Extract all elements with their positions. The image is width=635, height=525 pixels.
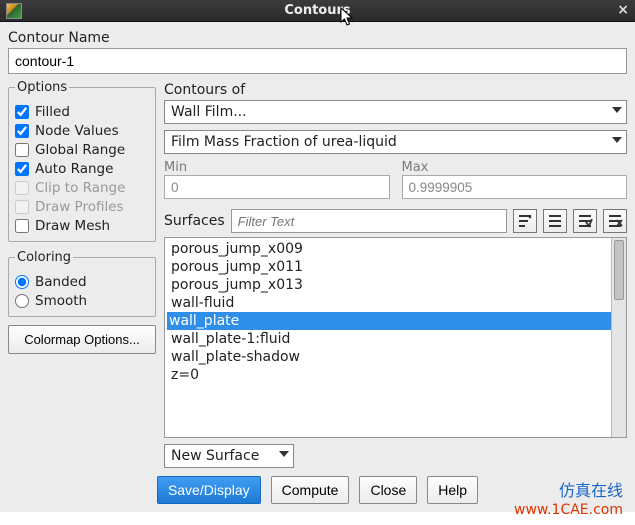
chevron-down-icon (612, 107, 622, 113)
min-label: Min (164, 160, 390, 175)
option-draw-mesh[interactable]: Draw Mesh (15, 218, 149, 234)
checkbox-clip-to-range (15, 181, 29, 195)
colormap-options-button[interactable]: Colormap Options... (8, 325, 156, 354)
options-group: Options Filled Node Values Global Range … (8, 80, 156, 242)
contour-name-input[interactable] (8, 48, 627, 74)
close-button[interactable]: Close (359, 476, 417, 504)
list-item[interactable]: wall_plate-shadow (169, 348, 607, 366)
list-item[interactable]: porous_jump_x013 (169, 276, 607, 294)
dialog-button-row: Save/Display Compute Close Help (8, 476, 627, 504)
checkbox-auto-range[interactable] (15, 162, 29, 176)
option-global-range[interactable]: Global Range (15, 142, 149, 158)
list-item[interactable]: porous_jump_x011 (169, 258, 607, 276)
surfaces-label: Surfaces (164, 213, 225, 229)
option-filled[interactable]: Filled (15, 104, 149, 120)
close-icon[interactable]: × (617, 3, 629, 17)
max-label: Max (402, 160, 628, 175)
list-item[interactable]: wall_plate-1:fluid (169, 330, 607, 348)
coloring-group: Coloring Banded Smooth (8, 250, 156, 317)
list-item[interactable]: wall-fluid (169, 294, 607, 312)
list-deselect-all-icon[interactable] (603, 209, 627, 233)
surfaces-filter-input[interactable] (231, 209, 507, 233)
help-button[interactable]: Help (427, 476, 478, 504)
chevron-down-icon (612, 137, 622, 143)
window-title: Contours (0, 3, 635, 18)
list-select-all-icon[interactable] (573, 209, 597, 233)
radio-smooth[interactable] (15, 294, 29, 308)
list-item[interactable]: porous_jump_x009 (169, 240, 607, 258)
list-item[interactable]: wall_plate (167, 312, 611, 330)
max-input (402, 175, 628, 199)
coloring-legend: Coloring (15, 250, 73, 265)
coloring-banded[interactable]: Banded (15, 274, 149, 290)
list-item[interactable]: z=0 (169, 366, 607, 384)
listbox-scrollbar[interactable] (611, 238, 626, 437)
contours-of-label: Contours of (164, 82, 627, 98)
coloring-smooth[interactable]: Smooth (15, 293, 149, 309)
list-filter-icon[interactable] (543, 209, 567, 233)
list-sort-icon[interactable] (513, 209, 537, 233)
chevron-down-icon (279, 451, 289, 457)
checkbox-draw-profiles (15, 200, 29, 214)
options-legend: Options (15, 80, 69, 95)
contours-of-primary-select[interactable]: Wall Film... (164, 100, 627, 124)
option-node-values[interactable]: Node Values (15, 123, 149, 139)
save-display-button[interactable]: Save/Display (157, 476, 261, 504)
checkbox-node-values[interactable] (15, 124, 29, 138)
checkbox-filled[interactable] (15, 105, 29, 119)
window-titlebar: Contours × (0, 0, 635, 22)
dialog-body: Contour Name Options Filled Node Values … (0, 22, 635, 512)
option-draw-profiles: Draw Profiles (15, 199, 149, 215)
option-auto-range[interactable]: Auto Range (15, 161, 149, 177)
checkbox-draw-mesh[interactable] (15, 219, 29, 233)
contours-of-secondary-select[interactable]: Film Mass Fraction of urea-liquid (164, 130, 627, 154)
option-clip-to-range: Clip to Range (15, 180, 149, 196)
checkbox-global-range[interactable] (15, 143, 29, 157)
compute-button[interactable]: Compute (271, 476, 350, 504)
contour-name-label: Contour Name (8, 30, 627, 46)
scrollbar-thumb[interactable] (614, 240, 624, 300)
min-input (164, 175, 390, 199)
radio-banded[interactable] (15, 275, 29, 289)
surfaces-listbox[interactable]: porous_jump_x009porous_jump_x011porous_j… (164, 237, 627, 438)
new-surface-select[interactable]: New Surface (164, 444, 294, 468)
